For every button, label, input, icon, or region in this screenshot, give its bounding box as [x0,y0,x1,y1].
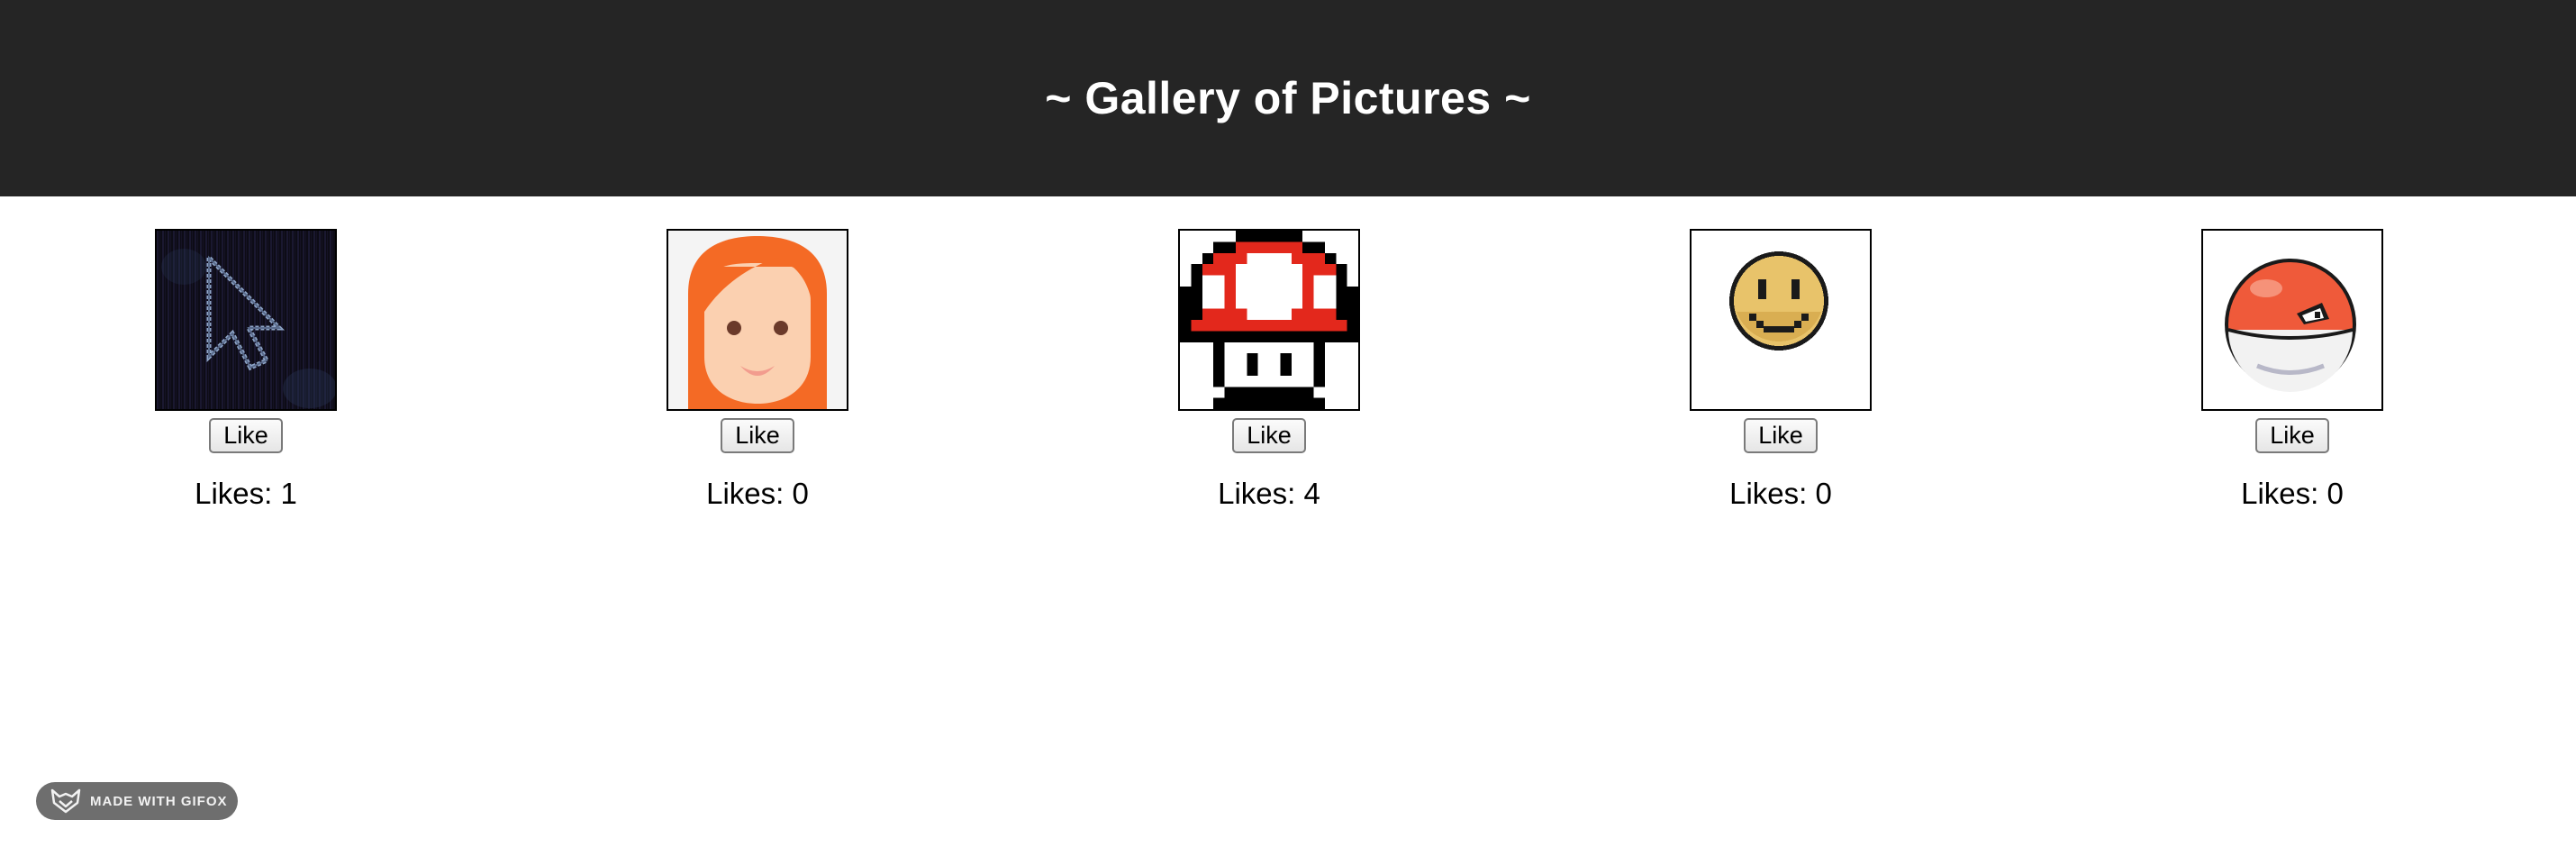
gallery-image-frame [1690,229,1872,411]
likes-count: Likes: 0 [706,477,809,510]
pixel-mushroom-icon [1180,231,1358,409]
gallery-image-frame [155,229,337,411]
gallery-image-frame [1178,229,1360,411]
likes-count: Likes: 4 [1218,477,1320,510]
page-header: ~ Gallery of Pictures ~ [0,0,2576,196]
like-button[interactable]: Like [209,418,283,453]
pixel-cursor-arrow-icon [157,231,335,409]
gallery-item: Like Likes: 1 [111,229,381,511]
picture-gallery: Like Likes: 1 Like Likes: 0 Like Likes: … [0,196,2576,856]
gallery-item: Like Likes: 0 [1646,229,1916,511]
like-button[interactable]: Like [721,418,794,453]
likes-count: Likes: 0 [2241,477,2344,510]
badge-label: MADE WITH GIFOX [90,793,228,809]
pixel-smiley-face-icon [1692,231,1870,409]
red-haired-woman-avatar-icon [668,231,847,409]
likes-count: Likes: 1 [195,477,297,510]
like-button[interactable]: Like [1744,418,1818,453]
page-title: ~ Gallery of Pictures ~ [1045,73,1531,123]
gallery-item: Like Likes: 0 [2157,229,2427,511]
like-button[interactable]: Like [2255,418,2329,453]
like-button[interactable]: Like [1232,418,1306,453]
gallery-item: Like Likes: 0 [622,229,893,511]
fox-logo-icon [50,788,81,814]
gallery-image-frame [2201,229,2383,411]
likes-count: Likes: 0 [1729,477,1832,510]
made-with-gifox-badge[interactable]: MADE WITH GIFOX [36,782,238,820]
gallery-item: Like Likes: 4 [1134,229,1404,511]
pixel-red-ball-creature-icon [2203,231,2381,409]
gallery-image-frame [667,229,848,411]
